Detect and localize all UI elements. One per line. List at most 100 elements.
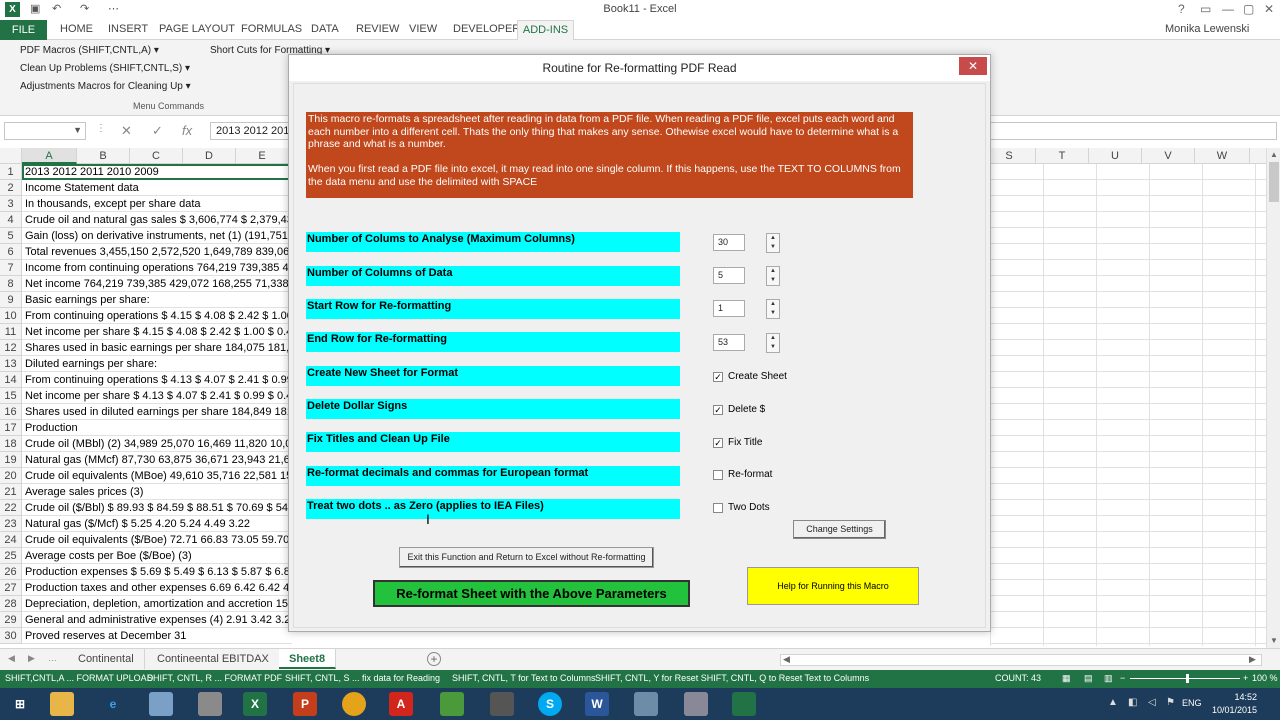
cell[interactable]: Average costs per Boe ($/Boe) (3) (22, 548, 292, 564)
zoom-in-icon[interactable]: + (1243, 673, 1248, 683)
data-columns-spinner[interactable]: ▲ ▼ (766, 266, 780, 286)
scroll-thumb[interactable] (1269, 162, 1279, 202)
maximize-icon[interactable]: ▢ (1243, 2, 1254, 16)
column-header[interactable]: T (1036, 148, 1089, 164)
tab-data[interactable]: DATA (311, 23, 339, 35)
column-header[interactable]: V (1142, 148, 1195, 164)
column-header[interactable]: C (130, 148, 183, 164)
next-sheet-icon[interactable]: ▶ (28, 653, 35, 664)
row-header[interactable]: 27 (0, 580, 22, 596)
normal-view-icon[interactable]: ▦ (1062, 673, 1071, 684)
clock[interactable]: 14:52 10/01/2015 (1212, 691, 1257, 717)
scroll-up-icon[interactable]: ▲ (1270, 150, 1278, 159)
reformat-checkbox[interactable]: Re-format (713, 469, 772, 480)
row-header[interactable]: 23 (0, 516, 22, 532)
cell[interactable]: Shares used in diluted earnings per shar… (22, 404, 292, 420)
row-header[interactable]: 13 (0, 356, 22, 372)
reformat-sheet-button[interactable]: Re-format Sheet with the Above Parameter… (373, 580, 690, 607)
word-icon[interactable]: W (585, 692, 609, 716)
app-icon[interactable] (634, 692, 658, 716)
tab-developer[interactable]: DEVELOPER (453, 23, 520, 35)
sheet-tab-continental[interactable]: Continental (68, 649, 145, 669)
adjustments-macros-menu[interactable]: Adjustments Macros for Cleaning Up ▾ (20, 81, 191, 92)
row-header[interactable]: 19 (0, 452, 22, 468)
spin-down-icon[interactable]: ▼ (767, 309, 779, 318)
empty-grid[interactable] (990, 164, 1266, 646)
cell[interactable]: Natural gas (MMcf) 87,730 63,875 36,671 … (22, 452, 292, 468)
app-icon[interactable] (732, 692, 756, 716)
row-header[interactable]: 1 (0, 164, 22, 180)
tray-network-icon[interactable]: ◧ (1128, 697, 1137, 708)
create-sheet-checkbox[interactable]: ✓ Create Sheet (713, 371, 787, 382)
sheet-tab-contineental-ebitdax[interactable]: Contineental EBITDAX (147, 649, 280, 669)
row-header[interactable]: 11 (0, 324, 22, 340)
excel-taskbar-icon[interactable]: X (243, 692, 267, 716)
ribbon-display-icon[interactable]: ▭ (1200, 2, 1211, 16)
row-header[interactable]: 17 (0, 420, 22, 436)
cell[interactable]: Natural gas ($/Mcf) $ 5.25 4.20 5.24 4.4… (22, 516, 292, 532)
row-header[interactable]: 4 (0, 212, 22, 228)
row-header[interactable]: 12 (0, 340, 22, 356)
scroll-right-icon[interactable]: ▶ (1249, 654, 1256, 665)
exit-button[interactable]: Exit this Function and Return to Excel w… (399, 547, 654, 568)
cell[interactable]: Shares used in basic earnings per share … (22, 340, 292, 356)
horizontal-scrollbar[interactable]: ◀ ▶ (780, 654, 1262, 666)
tab-review[interactable]: REVIEW (356, 23, 399, 35)
row-header[interactable]: 15 (0, 388, 22, 404)
app-icon[interactable] (684, 692, 708, 716)
app-icon[interactable] (440, 692, 464, 716)
end-row-spinner[interactable]: ▲ ▼ (766, 333, 780, 353)
cell[interactable]: Gain (loss) on derivative instruments, n… (22, 228, 292, 244)
row-header[interactable]: 24 (0, 532, 22, 548)
column-header[interactable]: E (236, 148, 289, 164)
spin-down-icon[interactable]: ▼ (767, 276, 779, 285)
tray-flag-icon[interactable]: ⚑ (1166, 697, 1175, 708)
prev-sheet-icon[interactable]: ◀ (8, 653, 15, 664)
app-icon[interactable] (198, 692, 222, 716)
file-explorer-icon[interactable] (50, 692, 74, 716)
max-columns-spinner[interactable]: ▲ ▼ (766, 233, 780, 253)
row-header[interactable]: 8 (0, 276, 22, 292)
skype-icon[interactable]: S (538, 692, 562, 716)
windows-start-icon[interactable]: ⊞ (8, 692, 32, 716)
cell[interactable]: General and administrative expenses (4) … (22, 612, 292, 628)
tab-insert[interactable]: INSERT (108, 23, 148, 35)
change-settings-button[interactable]: Change Settings (793, 520, 886, 539)
row-header[interactable]: 10 (0, 308, 22, 324)
row-header[interactable]: 29 (0, 612, 22, 628)
close-window-icon[interactable]: ✕ (1264, 2, 1274, 16)
row-header[interactable]: 7 (0, 260, 22, 276)
chrome-icon[interactable] (342, 692, 366, 716)
cell[interactable]: From continuing operations $ 4.13 $ 4.07… (22, 372, 292, 388)
app-icon[interactable] (149, 692, 173, 716)
page-layout-view-icon[interactable]: ▤ (1084, 673, 1093, 684)
page-break-view-icon[interactable]: ▥ (1104, 673, 1113, 684)
zoom-thumb[interactable] (1186, 674, 1189, 683)
tab-file[interactable]: FILE (0, 20, 47, 40)
data-columns-input[interactable]: 5 (713, 267, 745, 284)
row-header[interactable]: 2 (0, 180, 22, 196)
insert-function-icon[interactable]: fx (182, 123, 192, 138)
cell[interactable]: Depreciation, depletion, amortization an… (22, 596, 292, 612)
cell[interactable]: 2013 2012 2011 2010 2009 (22, 164, 292, 180)
max-columns-input[interactable]: 30 (713, 234, 745, 251)
scroll-left-icon[interactable]: ◀ (783, 654, 790, 665)
cell[interactable]: From continuing operations $ 4.15 $ 4.08… (22, 308, 292, 324)
app-icon[interactable] (490, 692, 514, 716)
cell[interactable]: Net income per share $ 4.15 $ 4.08 $ 2.4… (22, 324, 292, 340)
row-header[interactable]: 26 (0, 564, 22, 580)
row-header[interactable]: 9 (0, 292, 22, 308)
cell[interactable]: Diluted earnings per share: (22, 356, 292, 372)
start-row-spinner[interactable]: ▲ ▼ (766, 299, 780, 319)
cell[interactable]: Basic earnings per share: (22, 292, 292, 308)
spin-up-icon[interactable]: ▲ (767, 267, 779, 276)
row-header[interactable]: 18 (0, 436, 22, 452)
row-header[interactable]: 22 (0, 500, 22, 516)
scroll-down-icon[interactable]: ▼ (1270, 636, 1278, 645)
help-icon[interactable]: ? (1178, 2, 1185, 16)
cell[interactable]: Average sales prices (3) (22, 484, 292, 500)
cell[interactable]: Income from continuing operations 764,21… (22, 260, 292, 276)
row-header[interactable]: 30 (0, 628, 22, 644)
user-name[interactable]: Monika Lewenski (1165, 23, 1249, 35)
cell[interactable]: Production taxes and other expenses 6.69… (22, 580, 292, 596)
